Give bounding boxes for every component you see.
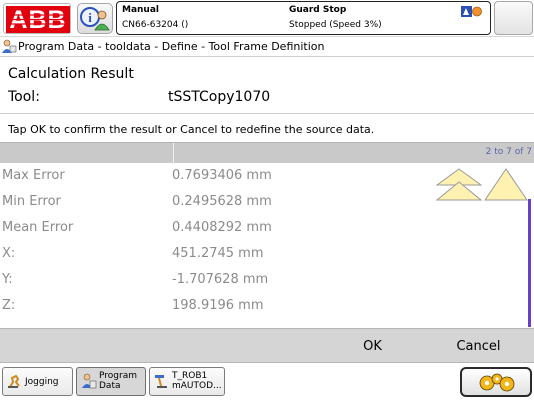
task-program-data[interactable]: Program Data: [76, 367, 146, 396]
row-name: X:: [2, 246, 16, 261]
row-name: Z:: [2, 298, 16, 313]
abb-logo[interactable]: ABB: [3, 3, 71, 34]
program-data-icon: [2, 39, 17, 57]
run-state-text: Stopped (Speed 3%): [289, 20, 382, 30]
breadcrumb: Program Data - tooldata - Define - Tool …: [0, 37, 534, 57]
task-label-line1: T_ROB1: [172, 371, 208, 381]
task-label: Jogging: [25, 377, 59, 387]
table-row[interactable]: Mean Error 0.4408292 mm: [0, 215, 528, 241]
info-button[interactable]: i: [77, 3, 113, 34]
result-table[interactable]: Max Error 0.7693406 mm Min Error 0.24956…: [0, 163, 534, 328]
task-rapid-program[interactable]: T_ROB1 mAUTOD...: [149, 367, 225, 396]
status-flags-icon: [461, 6, 483, 21]
row-value: -1.707628 mm: [172, 272, 269, 287]
row-name: Y:: [2, 272, 13, 287]
instruction-text: Tap OK to confirm the result or Cancel t…: [8, 123, 375, 136]
tool-label: Tool:: [8, 89, 40, 105]
page-title: Calculation Result: [8, 66, 134, 82]
quickset-button[interactable]: [460, 367, 532, 397]
scroll-up-icon[interactable]: [484, 168, 528, 206]
top-status-bar: ABB i Manual CN66-63204 () Guard Stop St…: [0, 0, 534, 37]
row-value: 198.9196 mm: [172, 298, 264, 313]
scrollbar[interactable]: [528, 199, 531, 327]
taskbar: Jogging Program Data T_ROB1 mAUTOD...: [0, 363, 534, 400]
row-value: 0.4408292 mm: [172, 220, 272, 235]
task-label-line2: mAUTOD...: [172, 381, 222, 391]
rapid-task-icon: [154, 373, 170, 392]
table-row[interactable]: X: 451.2745 mm: [0, 241, 528, 267]
close-view-button[interactable]: [494, 1, 533, 35]
row-value: 0.7693406 mm: [172, 168, 272, 183]
row-name: Mean Error: [2, 220, 74, 235]
row-range-label: 2 to 7 of 7: [485, 147, 532, 157]
table-row[interactable]: Y: -1.707628 mm: [0, 267, 528, 293]
status-panel[interactable]: Manual CN66-63204 () Guard Stop Stopped …: [116, 1, 491, 35]
table-header: 2 to 7 of 7: [0, 142, 534, 164]
row-name: Min Error: [2, 194, 61, 209]
task-label-line1: Program: [99, 371, 137, 381]
page-up-icon[interactable]: [435, 168, 483, 206]
task-label-line2: Data: [99, 381, 121, 391]
action-bar: OK Cancel: [0, 328, 534, 363]
tool-value: tSSTCopy1070: [168, 89, 271, 105]
column-divider: [173, 143, 174, 164]
row-name: Max Error: [2, 168, 65, 183]
row-value: 451.2745 mm: [172, 246, 264, 261]
controller-text: CN66-63204 (): [122, 20, 189, 30]
table-row[interactable]: Z: 198.9196 mm: [0, 293, 528, 319]
ok-button[interactable]: OK: [330, 329, 415, 364]
task-jogging[interactable]: Jogging: [2, 367, 73, 396]
row-value: 0.2495628 mm: [172, 194, 272, 209]
breadcrumb-text: Program Data - tooldata - Define - Tool …: [18, 40, 325, 53]
cancel-button[interactable]: Cancel: [436, 329, 521, 364]
program-data-icon: [81, 373, 97, 392]
mode-text: Manual: [122, 5, 160, 15]
state-text: Guard Stop: [289, 5, 347, 15]
jogging-icon: [7, 373, 23, 392]
divider: [0, 113, 534, 114]
svg-text:i: i: [88, 10, 92, 25]
